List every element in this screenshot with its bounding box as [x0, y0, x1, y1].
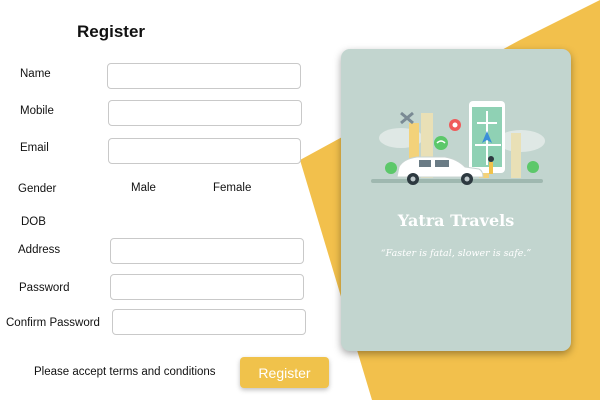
email-label: Email [20, 142, 49, 154]
confirm-password-input[interactable] [112, 309, 306, 335]
travel-illustration [371, 101, 545, 185]
gender-label: Gender [18, 183, 57, 195]
password-label: Password [19, 282, 70, 294]
terms-text: Please accept terms and conditions [34, 366, 216, 378]
dob-label: DOB [21, 216, 46, 228]
email-input[interactable] [108, 138, 301, 164]
address-input[interactable] [110, 238, 304, 264]
password-input[interactable] [110, 274, 304, 300]
promo-card: Yatra Travels “Faster is fatal, slower i… [341, 49, 571, 351]
register-button[interactable]: Register [240, 357, 329, 388]
confirm-password-label: Confirm Password [6, 317, 100, 329]
name-label: Name [20, 68, 51, 80]
gender-male-option[interactable]: Male [131, 182, 156, 194]
mobile-input[interactable] [108, 100, 302, 126]
brand-name: Yatra Travels [397, 211, 515, 230]
address-label: Address [18, 244, 61, 256]
gender-female-option[interactable]: Female [213, 182, 251, 194]
mobile-label: Mobile [20, 105, 54, 117]
page-title: Register [77, 22, 146, 41]
brand-tagline: “Faster is fatal, slower is safe.” [380, 248, 532, 259]
name-input[interactable] [107, 63, 301, 89]
